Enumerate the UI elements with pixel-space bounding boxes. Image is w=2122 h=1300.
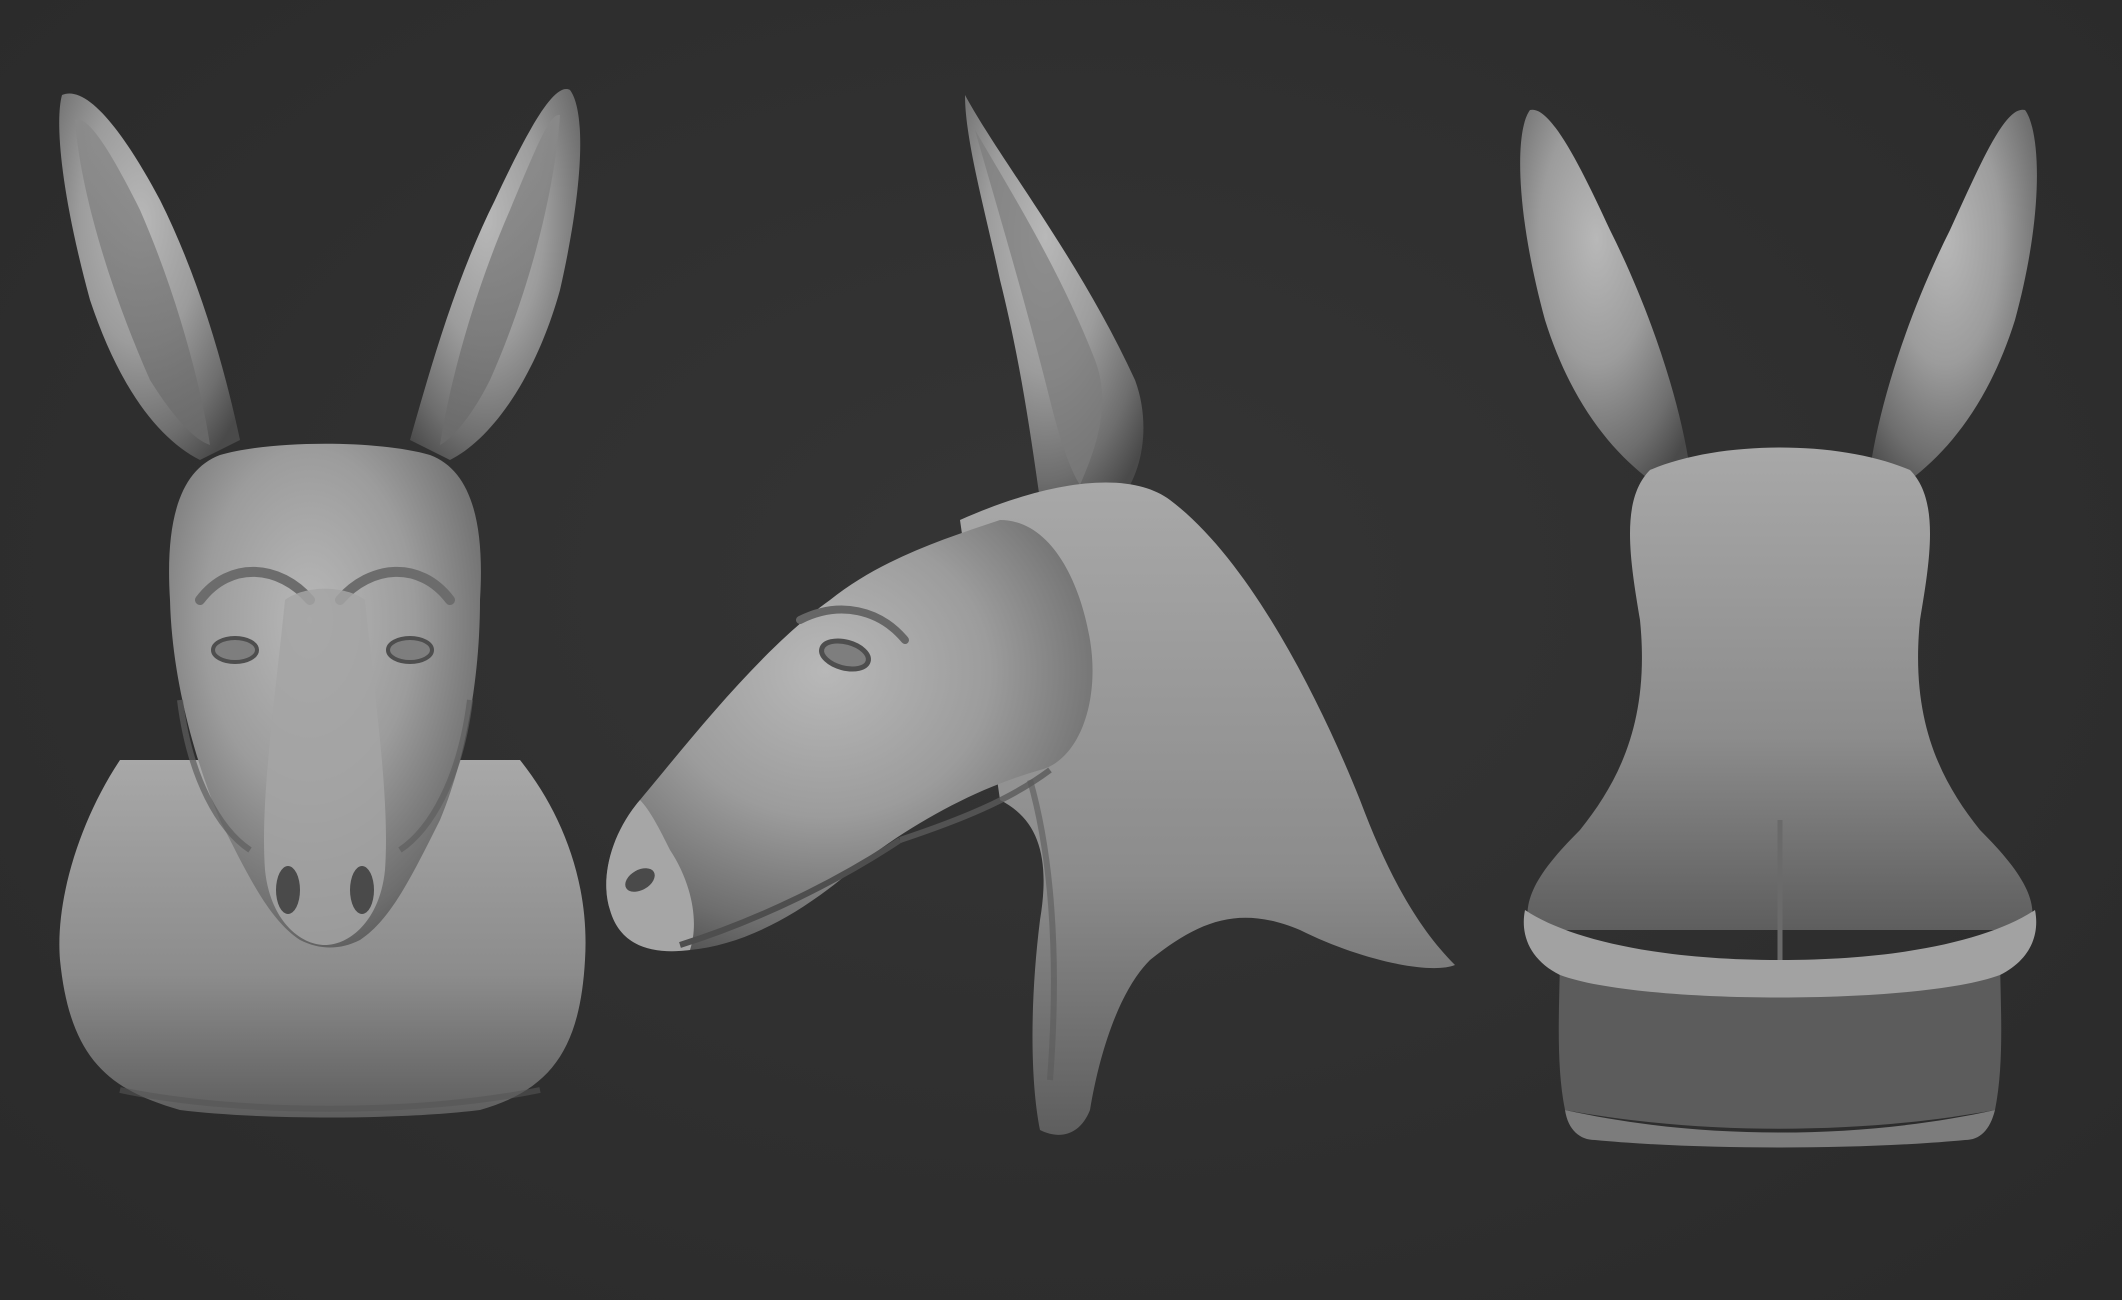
front-view-bust [59, 89, 586, 1118]
front-right-eye [386, 636, 434, 664]
sculpt-viewport[interactable] [0, 0, 2122, 1300]
side-view-bust [606, 95, 1455, 1135]
back-left-ear [1520, 109, 1690, 481]
front-left-nostril [276, 866, 300, 914]
back-view-bust [1520, 109, 2037, 1148]
back-right-ear [1870, 109, 2037, 481]
front-right-nostril [350, 866, 374, 914]
sculpt-render [59, 89, 2037, 1148]
front-left-eye [211, 636, 259, 664]
